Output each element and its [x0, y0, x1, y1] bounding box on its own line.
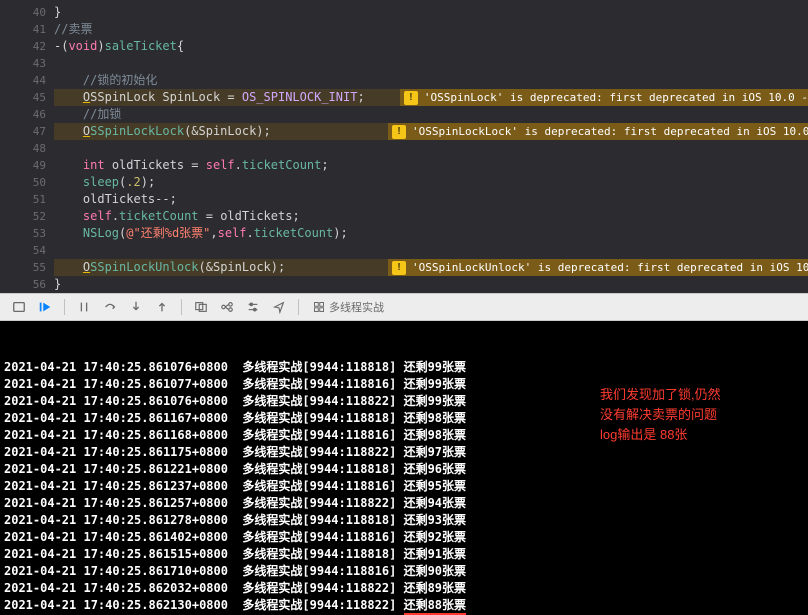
- line-number: 45: [18, 89, 46, 106]
- warning-banner[interactable]: 'OSSpinLockLock' is deprecated: first de…: [388, 123, 808, 140]
- line-number: 44: [18, 72, 46, 89]
- process-filter-label: 多线程实战: [329, 299, 384, 315]
- line-number: 42: [18, 38, 46, 55]
- code-line[interactable]: }: [54, 4, 808, 21]
- console-line: 2021-04-21 17:40:25.861076+0800 多线程实战[99…: [4, 359, 808, 376]
- warning-text: 'OSSpinLock' is deprecated: first deprec…: [424, 89, 808, 106]
- code-line[interactable]: OSSpinLock SpinLock = OS_SPINLOCK_INIT;'…: [54, 89, 808, 106]
- line-number: 41: [18, 21, 46, 38]
- warning-icon: [392, 125, 406, 139]
- pause-button[interactable]: [73, 297, 95, 317]
- code-line[interactable]: OSSpinLockUnlock(&SpinLock);'OSSpinLockU…: [54, 259, 808, 276]
- code-line[interactable]: oldTickets--;: [54, 191, 808, 208]
- code-line[interactable]: [54, 55, 808, 72]
- step-over-button[interactable]: [99, 297, 121, 317]
- line-number: 43: [18, 55, 46, 72]
- debug-memory-graph-button[interactable]: [216, 297, 238, 317]
- continue-button[interactable]: [34, 297, 56, 317]
- warning-text: 'OSSpinLockUnlock' is deprecated: first …: [412, 259, 808, 276]
- step-out-button[interactable]: [151, 297, 173, 317]
- console-line: 2021-04-21 17:40:25.861237+0800 多线程实战[99…: [4, 478, 808, 495]
- code-line[interactable]: -(void)saleTicket{: [54, 38, 808, 55]
- code-line[interactable]: [54, 242, 808, 259]
- user-annotation: 我们发现加了锁,仍然 没有解决卖票的问题 log输出是 88张: [600, 385, 800, 445]
- line-number: 48: [18, 140, 46, 157]
- line-number: 54: [18, 242, 46, 259]
- line-number: 56: [18, 276, 46, 293]
- gutter: [0, 0, 18, 293]
- code-line[interactable]: //卖票: [54, 21, 808, 38]
- console-line: 2021-04-21 17:40:25.862032+0800 多线程实战[99…: [4, 580, 808, 597]
- separator: [181, 299, 182, 315]
- annotation-line: 没有解决卖票的问题: [600, 405, 800, 425]
- code-line[interactable]: [54, 140, 808, 157]
- warning-text: 'OSSpinLockLock' is deprecated: first de…: [412, 123, 808, 140]
- annotation-line: log输出是 88张: [600, 425, 800, 445]
- code-line[interactable]: //加锁: [54, 106, 808, 123]
- highlighted-output: 还剩88张票: [404, 598, 466, 615]
- console-line: 2021-04-21 17:40:25.861175+0800 多线程实战[99…: [4, 444, 808, 461]
- code-line[interactable]: sleep(.2);: [54, 174, 808, 191]
- line-number: 46: [18, 106, 46, 123]
- console-line: 2021-04-21 17:40:25.861515+0800 多线程实战[99…: [4, 546, 808, 563]
- code-line[interactable]: //锁的初始化: [54, 72, 808, 89]
- console-line: 2021-04-21 17:40:25.861221+0800 多线程实战[99…: [4, 461, 808, 478]
- line-number: 55: [18, 259, 46, 276]
- code-area[interactable]: }//卖票-(void)saleTicket{ //锁的初始化 OSSpinLo…: [54, 0, 808, 293]
- environment-overrides-button[interactable]: [242, 297, 264, 317]
- debug-toolbar: 多线程实战: [0, 293, 808, 321]
- warning-icon: [404, 91, 418, 105]
- code-line[interactable]: int oldTickets = self.ticketCount;: [54, 157, 808, 174]
- simulate-location-button[interactable]: [268, 297, 290, 317]
- console-line: 2021-04-21 17:40:25.861402+0800 多线程实战[99…: [4, 529, 808, 546]
- line-number: 53: [18, 225, 46, 242]
- line-number: 52: [18, 208, 46, 225]
- console-line: 2021-04-21 17:40:25.861278+0800 多线程实战[99…: [4, 512, 808, 529]
- code-line[interactable]: NSLog(@"还剩%d张票",self.ticketCount);: [54, 225, 808, 242]
- line-number: 49: [18, 157, 46, 174]
- separator: [298, 299, 299, 315]
- code-line[interactable]: }: [54, 276, 808, 293]
- line-number: 40: [18, 4, 46, 21]
- debug-view-hierarchy-button[interactable]: [190, 297, 212, 317]
- step-into-button[interactable]: [125, 297, 147, 317]
- annotation-line: 我们发现加了锁,仍然: [600, 385, 800, 405]
- code-line[interactable]: OSSpinLockLock(&SpinLock);'OSSpinLockLoc…: [54, 123, 808, 140]
- console-line: 2021-04-21 17:40:25.862130+0800 多线程实战[99…: [4, 597, 808, 614]
- separator: [64, 299, 65, 315]
- toggle-debug-view-button[interactable]: [8, 297, 30, 317]
- warning-banner[interactable]: 'OSSpinLockUnlock' is deprecated: first …: [388, 259, 808, 276]
- process-filter[interactable]: 多线程实战: [313, 299, 384, 315]
- line-number: 51: [18, 191, 46, 208]
- console-output[interactable]: 我们发现加了锁,仍然 没有解决卖票的问题 log输出是 88张 2021-04-…: [0, 321, 808, 615]
- code-line[interactable]: self.ticketCount = oldTickets;: [54, 208, 808, 225]
- line-number-gutter: 4041424344454647484950515253545556: [18, 0, 54, 293]
- warning-icon: [392, 261, 406, 275]
- line-number: 47: [18, 123, 46, 140]
- console-line: 2021-04-21 17:40:25.861257+0800 多线程实战[99…: [4, 495, 808, 512]
- line-number: 50: [18, 174, 46, 191]
- warning-banner[interactable]: 'OSSpinLock' is deprecated: first deprec…: [400, 89, 808, 106]
- code-editor[interactable]: 4041424344454647484950515253545556 }//卖票…: [0, 0, 808, 293]
- console-line: 2021-04-21 17:40:25.861710+0800 多线程实战[99…: [4, 563, 808, 580]
